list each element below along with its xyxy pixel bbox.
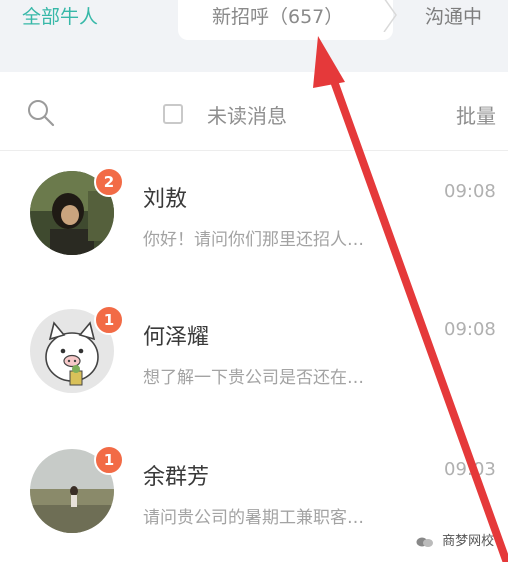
conversation-item[interactable]: 1 何泽耀 09:08 想了解一下贵公司是否还在… (0, 289, 508, 425)
message-time: 09:03 (444, 459, 496, 480)
tab-bar: 全部牛人 新招呼（657） 沟通中 (0, 0, 508, 72)
search-icon[interactable] (26, 98, 56, 128)
contact-name: 余群芳 (143, 465, 210, 490)
unread-filter-label[interactable]: 未读消息 (207, 100, 287, 129)
unread-badge: 1 (94, 445, 124, 475)
message-preview: 请问贵公司的暑期工兼职客… (143, 508, 364, 528)
contact-name: 何泽耀 (143, 325, 210, 350)
watermark: 商梦网校 (416, 530, 494, 549)
contact-name: 刘敖 (143, 187, 188, 212)
filter-bar: 未读消息 批量 (0, 72, 508, 151)
message-time: 09:08 (444, 319, 496, 340)
message-preview: 你好！请问你们那里还招人… (143, 230, 364, 250)
conversation-item[interactable]: 2 刘敖 09:08 你好！请问你们那里还招人… (0, 151, 508, 287)
unread-badge: 1 (94, 305, 124, 335)
message-time: 09:08 (444, 181, 496, 202)
batch-button[interactable]: 批量 (456, 100, 496, 129)
message-preview: 想了解一下贵公司是否还在… (143, 368, 364, 388)
wechat-logo-icon (416, 537, 433, 547)
unread-badge: 2 (94, 167, 124, 197)
tab-chatting[interactable]: 沟通中 (395, 0, 482, 40)
unread-checkbox[interactable] (163, 104, 183, 124)
tab-new-greetings[interactable]: 新招呼（657） (178, 0, 393, 40)
conversation-list: 2 刘敖 09:08 你好！请问你们那里还招人… 1 何泽耀 09:08 想了解… (0, 151, 508, 562)
watermark-text: 商梦网校 (442, 534, 495, 549)
tab-all-candidates[interactable]: 全部牛人 (22, 0, 98, 40)
